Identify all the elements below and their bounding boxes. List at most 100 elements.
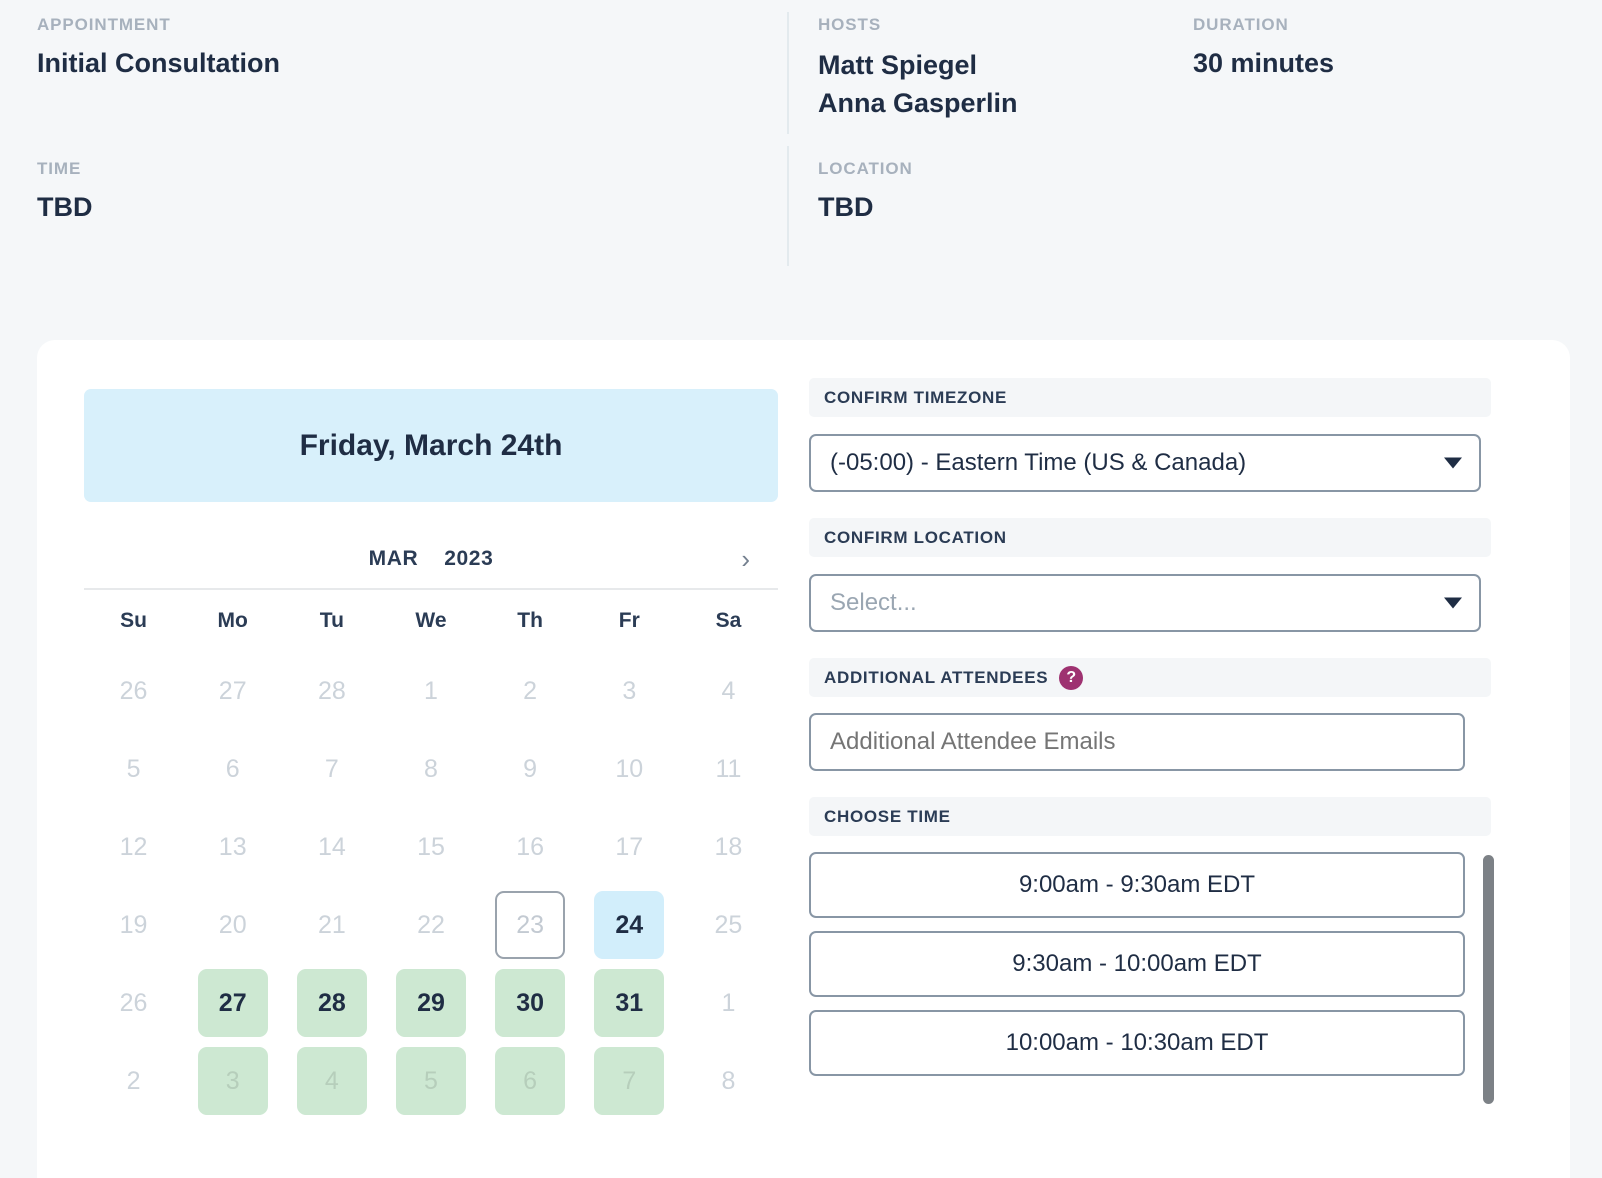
- calendar-cell-wrapper: 13: [183, 808, 282, 886]
- calendar-day-10: 10: [615, 754, 644, 783]
- calendar-cell-wrapper: 22: [381, 886, 480, 964]
- calendar-cell-wrapper: 3: [183, 1042, 282, 1120]
- time-slot-option[interactable]: 9:00am - 9:30am EDT: [809, 852, 1465, 918]
- calendar-day-31[interactable]: 31: [594, 969, 665, 1037]
- calendar-grid: Su Mo Tu We Th Fr Sa 26 27 28 1 2 3 4 5 6 7 8 9 10 11 12 13 14 1…: [84, 590, 778, 1120]
- calendar-day-13: 13: [218, 832, 247, 861]
- calendar-cell-wrapper: 1: [679, 964, 778, 1042]
- calendar-day-27[interactable]: 27: [197, 969, 268, 1037]
- summary-duration: DURATION 30 minutes: [1193, 16, 1334, 82]
- calendar-cell-wrapper: 9: [481, 730, 580, 808]
- date-picker: MAR 2023 › Su Mo Tu We Th Fr Sa 26 27 28 1 2 3 4 5 6 7 8 9…: [84, 530, 778, 1120]
- time-slot-option[interactable]: 10:00am - 10:30am EDT: [809, 1010, 1465, 1076]
- calendar-dow-header: We: [415, 609, 447, 632]
- host-name-2: Anna Gasperlin: [818, 88, 1018, 119]
- calendar-day-17: 17: [615, 832, 644, 861]
- calendar-cell-wrapper: 1: [381, 652, 480, 730]
- calendar-cell-wrapper: 16: [481, 808, 580, 886]
- duration-label: DURATION: [1193, 15, 1289, 34]
- location-select[interactable]: Select...: [809, 574, 1481, 632]
- calendar-cell-wrapper: 15: [381, 808, 480, 886]
- calendar-day-2: 2: [523, 676, 538, 705]
- calendar-cell-wrapper: 28: [282, 964, 381, 1042]
- calendar-day-19: 19: [119, 910, 148, 939]
- calendar-cell-wrapper: 27: [183, 652, 282, 730]
- calendar-day-7: 7: [324, 754, 339, 783]
- calendar-day-4: 4: [721, 676, 736, 705]
- calendar-day-9: 9: [523, 754, 538, 783]
- time-value: TBD: [37, 192, 93, 222]
- calendar-cell-wrapper: 18: [679, 808, 778, 886]
- booking-page: APPOINTMENT Initial Consultation TIME TB…: [0, 0, 1602, 1178]
- calendar-month-label: MAR: [368, 547, 419, 570]
- calendar-day-7[interactable]: 7: [594, 1047, 665, 1115]
- calendar-cell-wrapper: 7: [282, 730, 381, 808]
- calendar-dow-header: Tu: [319, 609, 344, 632]
- calendar-dow-header: Mo: [217, 609, 248, 632]
- location-label: LOCATION: [818, 159, 913, 178]
- calendar-day-28: 28: [317, 676, 346, 705]
- chevron-down-icon: [1444, 597, 1462, 609]
- summary-hosts: HOSTS Matt Spiegel Anna Gasperlin: [818, 16, 1018, 123]
- calendar-cell-wrapper: 10: [580, 730, 679, 808]
- calendar-cell-wrapper: 24: [580, 886, 679, 964]
- next-month-chevron-icon[interactable]: ›: [741, 546, 750, 572]
- calendar-day-15: 15: [417, 832, 445, 861]
- calendar-day-23: 23: [495, 891, 566, 959]
- additional-attendees-input[interactable]: [809, 713, 1465, 771]
- calendar-day-4[interactable]: 4: [296, 1047, 367, 1115]
- calendar-cell-wrapper: 6: [183, 730, 282, 808]
- timezone-select[interactable]: (-05:00) - Eastern Time (US & Canada): [809, 434, 1481, 492]
- calendar-day-2: 2: [126, 1066, 141, 1095]
- calendar-day-1: 1: [424, 676, 438, 705]
- calendar-dow-header: Su: [120, 609, 147, 632]
- calendar-day-21: 21: [317, 910, 346, 939]
- appointment-label: APPOINTMENT: [37, 15, 171, 34]
- calendar-day-5: 5: [126, 754, 141, 783]
- time-slot-option[interactable]: 9:30am - 10:00am EDT: [809, 931, 1465, 997]
- calendar-cell-wrapper: 25: [679, 886, 778, 964]
- calendar-cell-wrapper: 7: [580, 1042, 679, 1120]
- selected-date-text: Friday, March 24th: [299, 428, 563, 462]
- location-select-value: Select...: [830, 589, 917, 616]
- choose-time-label: CHOOSE TIME: [824, 806, 951, 826]
- calendar-year-label: 2023: [444, 547, 494, 570]
- location-value: TBD: [818, 192, 874, 222]
- hosts-label: HOSTS: [818, 15, 882, 34]
- calendar-cell-wrapper: 6: [481, 1042, 580, 1120]
- calendar-day-29[interactable]: 29: [395, 969, 466, 1037]
- calendar-day-6[interactable]: 6: [495, 1047, 566, 1115]
- calendar-day-3: 3: [622, 676, 637, 705]
- calendar-day-12: 12: [119, 832, 148, 861]
- calendar-day-1: 1: [721, 988, 736, 1017]
- calendar-cell-wrapper: 27: [183, 964, 282, 1042]
- calendar-day-16: 16: [516, 832, 545, 861]
- calendar-cell-wrapper: 31: [580, 964, 679, 1042]
- header-divider-top: [787, 12, 789, 134]
- calendar-cell-wrapper: 14: [282, 808, 381, 886]
- calendar-day-14: 14: [317, 832, 346, 861]
- chevron-down-icon: [1444, 457, 1462, 469]
- calendar-day-28[interactable]: 28: [296, 969, 367, 1037]
- calendar-cell-wrapper: 4: [679, 652, 778, 730]
- calendar-day-30[interactable]: 30: [495, 969, 566, 1037]
- calendar-day-3[interactable]: 3: [197, 1047, 268, 1115]
- appointment-value: Initial Consultation: [37, 48, 280, 78]
- calendar-day-24[interactable]: 24: [594, 891, 665, 959]
- calendar-cell-wrapper: 30: [481, 964, 580, 1042]
- header-divider-bottom: [787, 146, 789, 266]
- duration-value: 30 minutes: [1193, 48, 1335, 78]
- calendar-day-22: 22: [417, 910, 445, 939]
- help-question-icon[interactable]: ?: [1059, 665, 1084, 690]
- calendar-cell-wrapper: 17: [580, 808, 679, 886]
- additional-attendees-header: ADDITIONAL ATTENDEES ?: [809, 658, 1491, 697]
- calendar-day-18: 18: [714, 832, 743, 861]
- calendar-dow-header: Fr: [618, 609, 640, 632]
- calendar-day-5[interactable]: 5: [395, 1047, 466, 1115]
- time-label: TIME: [37, 159, 82, 178]
- time-slot-scrollbar[interactable]: [1483, 855, 1494, 1104]
- calendar-day-11: 11: [715, 754, 742, 783]
- booking-options-panel: CONFIRM TIMEZONE (-05:00) - Eastern Time…: [809, 378, 1509, 1104]
- calendar-day-26: 26: [119, 676, 148, 705]
- calendar-cell-wrapper: 28: [282, 652, 381, 730]
